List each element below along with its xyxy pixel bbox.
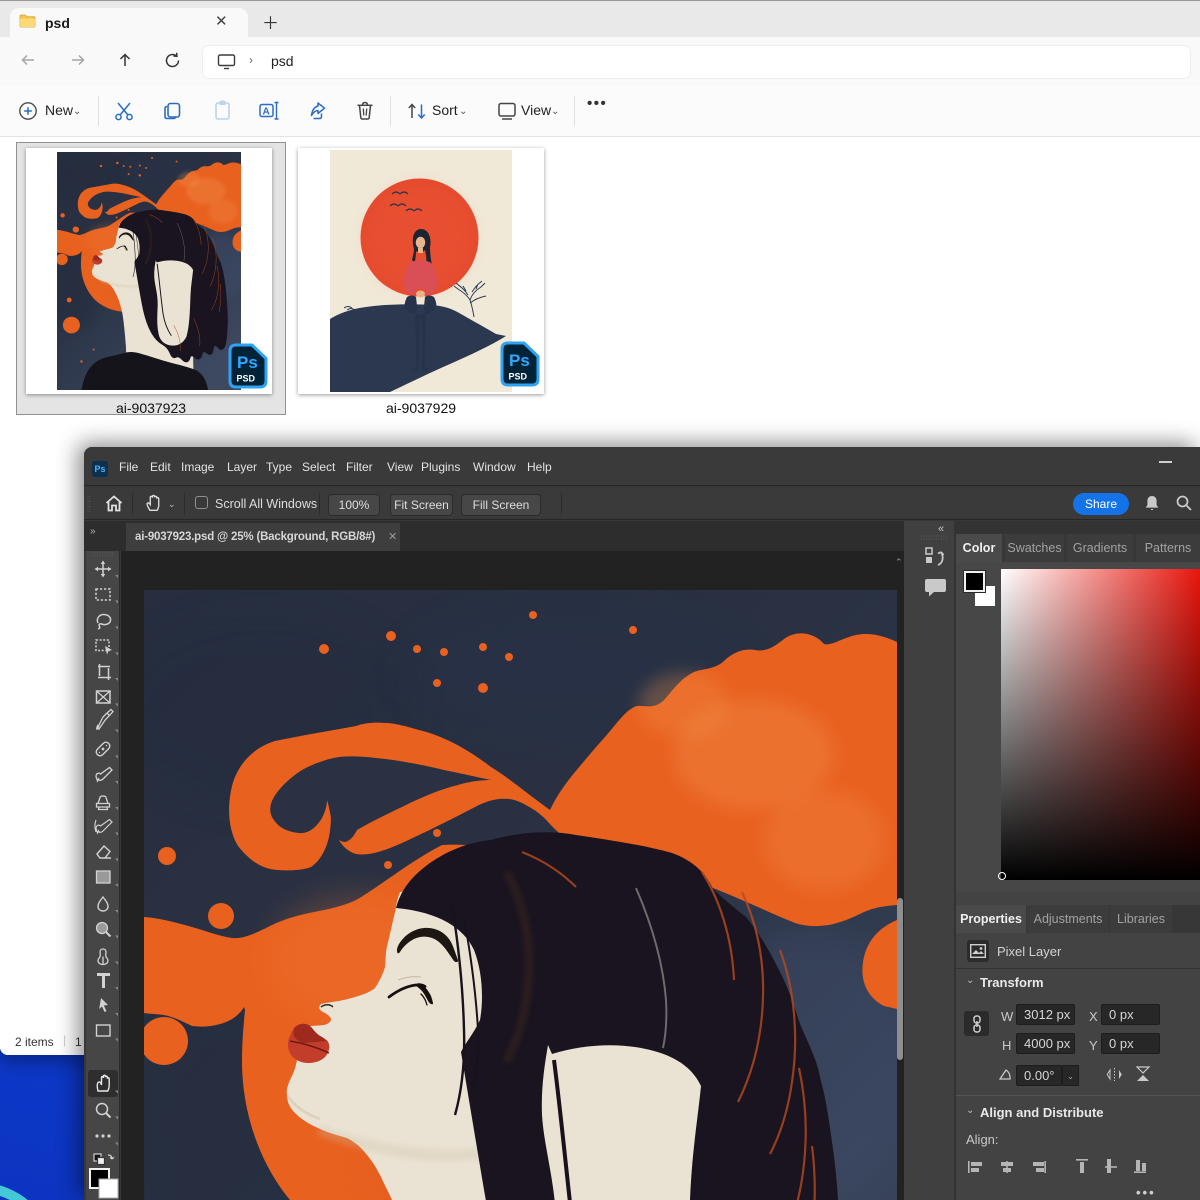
svg-text:A: A: [263, 107, 270, 118]
